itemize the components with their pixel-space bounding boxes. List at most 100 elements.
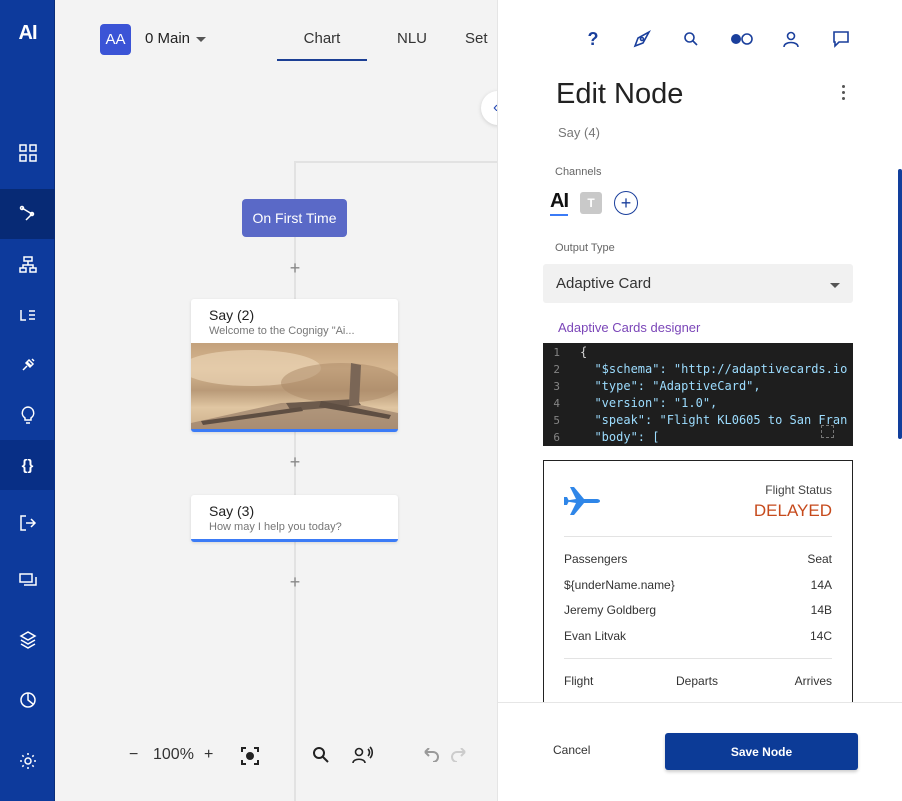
chat-icon <box>18 573 37 586</box>
channel-list: AI T + <box>550 190 638 216</box>
line-number: 1 <box>553 346 560 359</box>
sidebar-item-layers[interactable] <box>0 614 55 664</box>
search-icon[interactable] <box>680 28 702 50</box>
sidebar-item-lexicon[interactable] <box>0 290 55 340</box>
toggle-icon[interactable] <box>729 28 755 50</box>
flow-canvas[interactable]: AA 0 Main Chart NLU Set ‹ On First Time … <box>55 0 497 801</box>
flight-status-value: DELAYED <box>753 501 832 520</box>
help-icon[interactable]: ? <box>582 28 604 50</box>
json-code-editor[interactable]: 1 { 2 "$schema": "http://adaptivecards.i… <box>543 343 853 446</box>
flow-selector[interactable]: 0 Main <box>145 30 207 47</box>
sidebar-item-hierarchy[interactable] <box>0 240 55 290</box>
app-logo[interactable]: AI <box>0 22 55 45</box>
search-icon <box>313 747 329 763</box>
output-type-value: Adaptive Card <box>556 275 652 292</box>
passenger-seat: 14A <box>810 578 832 592</box>
zoom-in-button[interactable]: + <box>204 746 213 764</box>
line-number: 6 <box>553 431 560 444</box>
sidebar-item-dashboard[interactable] <box>0 128 55 178</box>
channel-ai-icon[interactable]: AI <box>550 190 569 216</box>
code-line: 5 "speak": "Flight KL0605 to San Fran <box>543 412 853 429</box>
voice-preview-button[interactable] <box>352 746 374 769</box>
chevron-down-icon <box>196 37 207 42</box>
code-text: "$schema": "http://adaptivecards.io <box>580 362 848 376</box>
airplane-image-icon <box>191 350 398 429</box>
passenger-row: Evan Litvak 14C <box>564 629 832 643</box>
start-node[interactable]: On First Time <box>242 199 347 237</box>
line-number: 2 <box>553 363 560 376</box>
add-node-plus-icon[interactable]: + <box>287 453 303 471</box>
add-node-plus-icon[interactable]: + <box>287 573 303 591</box>
fullscreen-icon[interactable] <box>821 425 834 438</box>
adaptive-cards-designer-link[interactable]: Adaptive Cards designer <box>558 320 700 335</box>
adaptive-card-preview: Flight Status DELAYED Passengers Seat ${… <box>543 460 853 705</box>
collapse-panel-button[interactable]: ‹ <box>481 91 497 125</box>
channels-label: Channels <box>555 166 602 178</box>
panel-scrollbar[interactable] <box>898 169 902 439</box>
say-node[interactable]: Say (2) Welcome to the Cognigy "Ai... <box>191 299 398 432</box>
code-text: "version": "1.0", <box>580 396 718 410</box>
edit-node-panel: ? Edit Node Say (4) Channels AI T + Outp… <box>497 0 902 801</box>
sidebar-item-logout[interactable] <box>0 498 55 548</box>
passenger-row: ${underName.name} 14A <box>564 578 832 592</box>
more-options-icon[interactable] <box>840 85 846 100</box>
save-node-button[interactable]: Save Node <box>665 733 858 770</box>
center-view-button[interactable] <box>241 747 259 770</box>
flow-connector <box>294 161 296 801</box>
sidebar-item-analytics[interactable] <box>0 675 55 725</box>
say-node[interactable]: Say (3) How may I help you today? <box>191 495 398 542</box>
code-line: 6 "body": [ <box>543 429 853 446</box>
flight-status-label: Flight Status <box>765 483 832 497</box>
redo-button[interactable] <box>449 747 469 767</box>
chat-icon[interactable] <box>830 28 852 50</box>
layers-icon <box>18 631 37 649</box>
chevron-down-icon <box>830 283 840 288</box>
code-line: 4 "version": "1.0", <box>543 395 853 412</box>
departs-header: Departs <box>676 674 719 688</box>
line-number: 4 <box>553 397 560 410</box>
sidebar-item-extensions[interactable] <box>0 340 55 390</box>
sidebar-item-chat[interactable] <box>0 556 55 606</box>
gear-icon <box>19 753 36 769</box>
plug-icon <box>21 358 35 371</box>
code-line: 3 "type": "AdaptiveCard", <box>543 378 853 395</box>
sidebar-item-flow[interactable] <box>0 189 55 239</box>
output-type-label: Output Type <box>555 242 615 254</box>
flow-tabs: Chart NLU Set <box>277 30 497 61</box>
seat-header: Seat <box>807 552 832 566</box>
avatar[interactable]: AA <box>100 24 131 55</box>
code-text: "speak": "Flight KL0605 to San Fran <box>580 413 848 427</box>
add-node-plus-icon[interactable]: + <box>287 259 303 277</box>
add-channel-button[interactable]: + <box>614 191 638 215</box>
passenger-name: Evan Litvak <box>564 629 627 643</box>
user-icon[interactable] <box>780 28 802 50</box>
node-label: Say (4) <box>558 125 600 140</box>
tab-nlu[interactable]: NLU <box>367 30 457 61</box>
undo-button[interactable] <box>421 747 441 767</box>
zoom-out-button[interactable]: − <box>129 746 138 764</box>
undo-icon <box>424 747 439 763</box>
output-type-select[interactable]: Adaptive Card <box>543 264 853 303</box>
channel-teams-icon[interactable]: T <box>580 192 602 214</box>
analytics-icon <box>19 692 36 708</box>
cancel-button[interactable]: Cancel <box>553 743 590 757</box>
code-line: 2 "$schema": "http://adaptivecards.io <box>543 361 853 378</box>
sidebar-item-code[interactable]: {} <box>0 440 55 490</box>
search-button[interactable] <box>312 746 329 768</box>
tab-settings[interactable]: Set <box>457 30 497 61</box>
line-number: 3 <box>553 380 560 393</box>
passengers-header-row: Passengers Seat <box>564 552 832 566</box>
redo-icon <box>451 747 466 763</box>
sidebar-item-ideas[interactable] <box>0 390 55 440</box>
braces-icon: {} <box>21 456 34 474</box>
compass-icon[interactable] <box>631 28 653 50</box>
panel-footer: Cancel Save Node <box>498 702 902 801</box>
node-subtitle: How may I help you today? <box>209 521 342 533</box>
lightbulb-icon <box>21 406 34 424</box>
page-title: Edit Node <box>556 78 684 110</box>
tab-chart[interactable]: Chart <box>277 30 367 61</box>
sidebar-item-settings[interactable] <box>0 736 55 786</box>
panel-toolbar: ? <box>498 28 902 52</box>
passengers-header: Passengers <box>564 552 628 566</box>
grid-icon <box>18 144 37 162</box>
